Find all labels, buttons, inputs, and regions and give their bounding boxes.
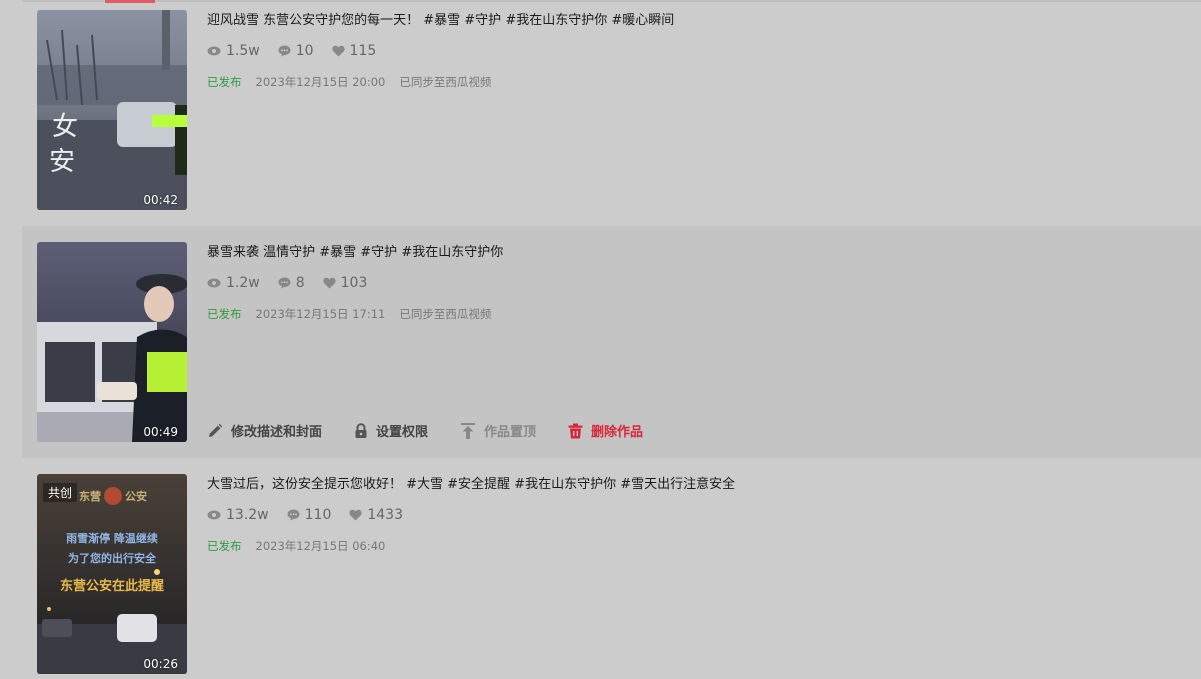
- heart-icon: [331, 45, 345, 57]
- active-tab-indicator: [105, 0, 155, 3]
- edit-description-label: 修改描述和封面: [231, 425, 323, 440]
- video-info: 大雪过后，这份安全提示您收好！ #大雪 #安全提醒 #我在山东守护你 #雪天出行…: [207, 474, 1201, 679]
- views-count: 13.2w: [226, 507, 269, 523]
- pencil-icon: [209, 423, 223, 437]
- video-thumbnail[interactable]: 女 安 00:42: [37, 10, 187, 210]
- thumb-text-line1: 雨雪渐停 降温继续: [66, 531, 158, 545]
- likes-stat: 115: [331, 43, 377, 59]
- trash-icon: [568, 423, 583, 438]
- status-badge: 已发布: [207, 539, 242, 553]
- views-count: 1.5w: [226, 43, 260, 59]
- publish-date: 2023年12月15日 20:00: [255, 75, 386, 89]
- comments-count: 10: [295, 43, 314, 59]
- svg-text:安: 安: [49, 147, 75, 177]
- likes-count: 115: [349, 43, 377, 59]
- tab-divider: [22, 0, 1201, 2]
- video-info: 暴雪来袭 温情守护 #暴雪 #守护 #我在山东守护你 1.2w 8 103 已发…: [207, 242, 1201, 458]
- comment-icon: [287, 509, 300, 521]
- video-stats: 1.5w 10 115: [207, 43, 1201, 59]
- video-info: 迎风战雪 东营公安守护您的每一天！ #暴雪 #守护 #我在山东守护你 #暖心瞬间…: [207, 10, 1201, 232]
- video-stats: 13.2w 110 1433: [207, 507, 1201, 523]
- likes-stat: 103: [323, 275, 368, 291]
- status-badge: 已发布: [207, 307, 242, 321]
- lock-icon: [355, 422, 367, 438]
- video-actions: 修改描述和封面 设置权限 作品置顶 删除作品: [207, 421, 675, 440]
- comment-icon: [278, 277, 291, 289]
- views-stat: 1.5w: [207, 43, 260, 59]
- publish-date: 2023年12月15日 06:40: [255, 539, 386, 553]
- set-permission-button[interactable]: 设置权限: [354, 421, 428, 440]
- likes-count: 1433: [367, 507, 403, 523]
- publish-date: 2023年12月15日 17:11: [255, 307, 386, 321]
- delete-video-button[interactable]: 删除作品: [568, 421, 643, 440]
- video-stats: 1.2w 8 103: [207, 275, 1201, 291]
- comments-count: 8: [295, 275, 305, 291]
- svg-text:女: 女: [52, 112, 78, 142]
- thumb-logo-right: 公安: [125, 489, 147, 503]
- thumb-text-line2: 为了您的出行安全: [68, 551, 157, 565]
- thumb-logo-left: 东营: [79, 489, 101, 503]
- likes-stat: 1433: [349, 507, 403, 523]
- thumbnail-image: [37, 242, 187, 442]
- thumb-text-line3: 东营公安在此提醒: [60, 578, 164, 594]
- video-duration: 00:26: [143, 657, 178, 671]
- thumbnail-image: 东营 公安 雨雪渐停 降温继续 为了您的出行安全 东营公安在此提醒: [37, 474, 187, 674]
- video-duration: 00:49: [143, 425, 178, 439]
- set-permission-label: 设置权限: [376, 425, 429, 440]
- co-creation-badge: 共创: [43, 483, 78, 502]
- views-stat: 1.2w: [207, 275, 260, 291]
- video-meta: 已发布 2023年12月15日 17:11 已同步至西瓜视频: [207, 306, 1201, 322]
- video-item[interactable]: 女 安 00:42 迎风战雪 东营公安守护您的每一天！ #暴雪 #守护 #我在山…: [22, 10, 1201, 232]
- video-meta: 已发布 2023年12月15日 20:00 已同步至西瓜视频: [207, 74, 1201, 90]
- likes-count: 103: [340, 275, 368, 291]
- comments-stat: 110: [287, 507, 332, 523]
- heart-icon: [323, 277, 336, 289]
- video-title[interactable]: 暴雪来袭 温情守护 #暴雪 #守护 #我在山东守护你: [207, 244, 1201, 262]
- comments-stat: 8: [278, 275, 305, 291]
- video-management-page: 女 安 00:42 迎风战雪 东营公安守护您的每一天！ #暴雪 #守护 #我在山…: [0, 0, 1201, 679]
- comment-icon: [278, 45, 291, 57]
- pin-top-icon: [461, 422, 476, 439]
- video-item[interactable]: 东营 公安 雨雪渐停 降温继续 为了您的出行安全 东营公安在此提醒 共创 00:…: [22, 474, 1201, 679]
- heart-icon: [349, 509, 362, 521]
- eye-icon: [207, 510, 221, 520]
- edit-description-button[interactable]: 修改描述和封面: [207, 421, 322, 440]
- eye-icon: [207, 278, 221, 288]
- sync-status: 已同步至西瓜视频: [399, 307, 492, 321]
- video-title[interactable]: 迎风战雪 东营公安守护您的每一天！ #暴雪 #守护 #我在山东守护你 #暖心瞬间: [207, 12, 1201, 30]
- pin-to-top-button[interactable]: 作品置顶: [460, 421, 536, 440]
- views-stat: 13.2w: [207, 507, 269, 523]
- video-meta: 已发布 2023年12月15日 06:40: [207, 538, 1201, 554]
- video-thumbnail[interactable]: 00:49: [37, 242, 187, 442]
- views-count: 1.2w: [226, 275, 260, 291]
- pin-to-top-label: 作品置顶: [484, 425, 537, 440]
- comments-stat: 10: [278, 43, 314, 59]
- eye-icon: [207, 46, 221, 56]
- comments-count: 110: [304, 507, 332, 523]
- sync-status: 已同步至西瓜视频: [399, 75, 492, 89]
- video-item[interactable]: 00:49 暴雪来袭 温情守护 #暴雪 #守护 #我在山东守护你 1.2w 8 …: [22, 226, 1201, 458]
- delete-video-label: 删除作品: [591, 425, 644, 440]
- video-thumbnail[interactable]: 东营 公安 雨雪渐停 降温继续 为了您的出行安全 东营公安在此提醒 共创 00:…: [37, 474, 187, 674]
- video-duration: 00:42: [143, 193, 178, 207]
- thumbnail-image: 女 安: [37, 10, 187, 210]
- status-badge: 已发布: [207, 75, 242, 89]
- video-title[interactable]: 大雪过后，这份安全提示您收好！ #大雪 #安全提醒 #我在山东守护你 #雪天出行…: [207, 476, 1201, 494]
